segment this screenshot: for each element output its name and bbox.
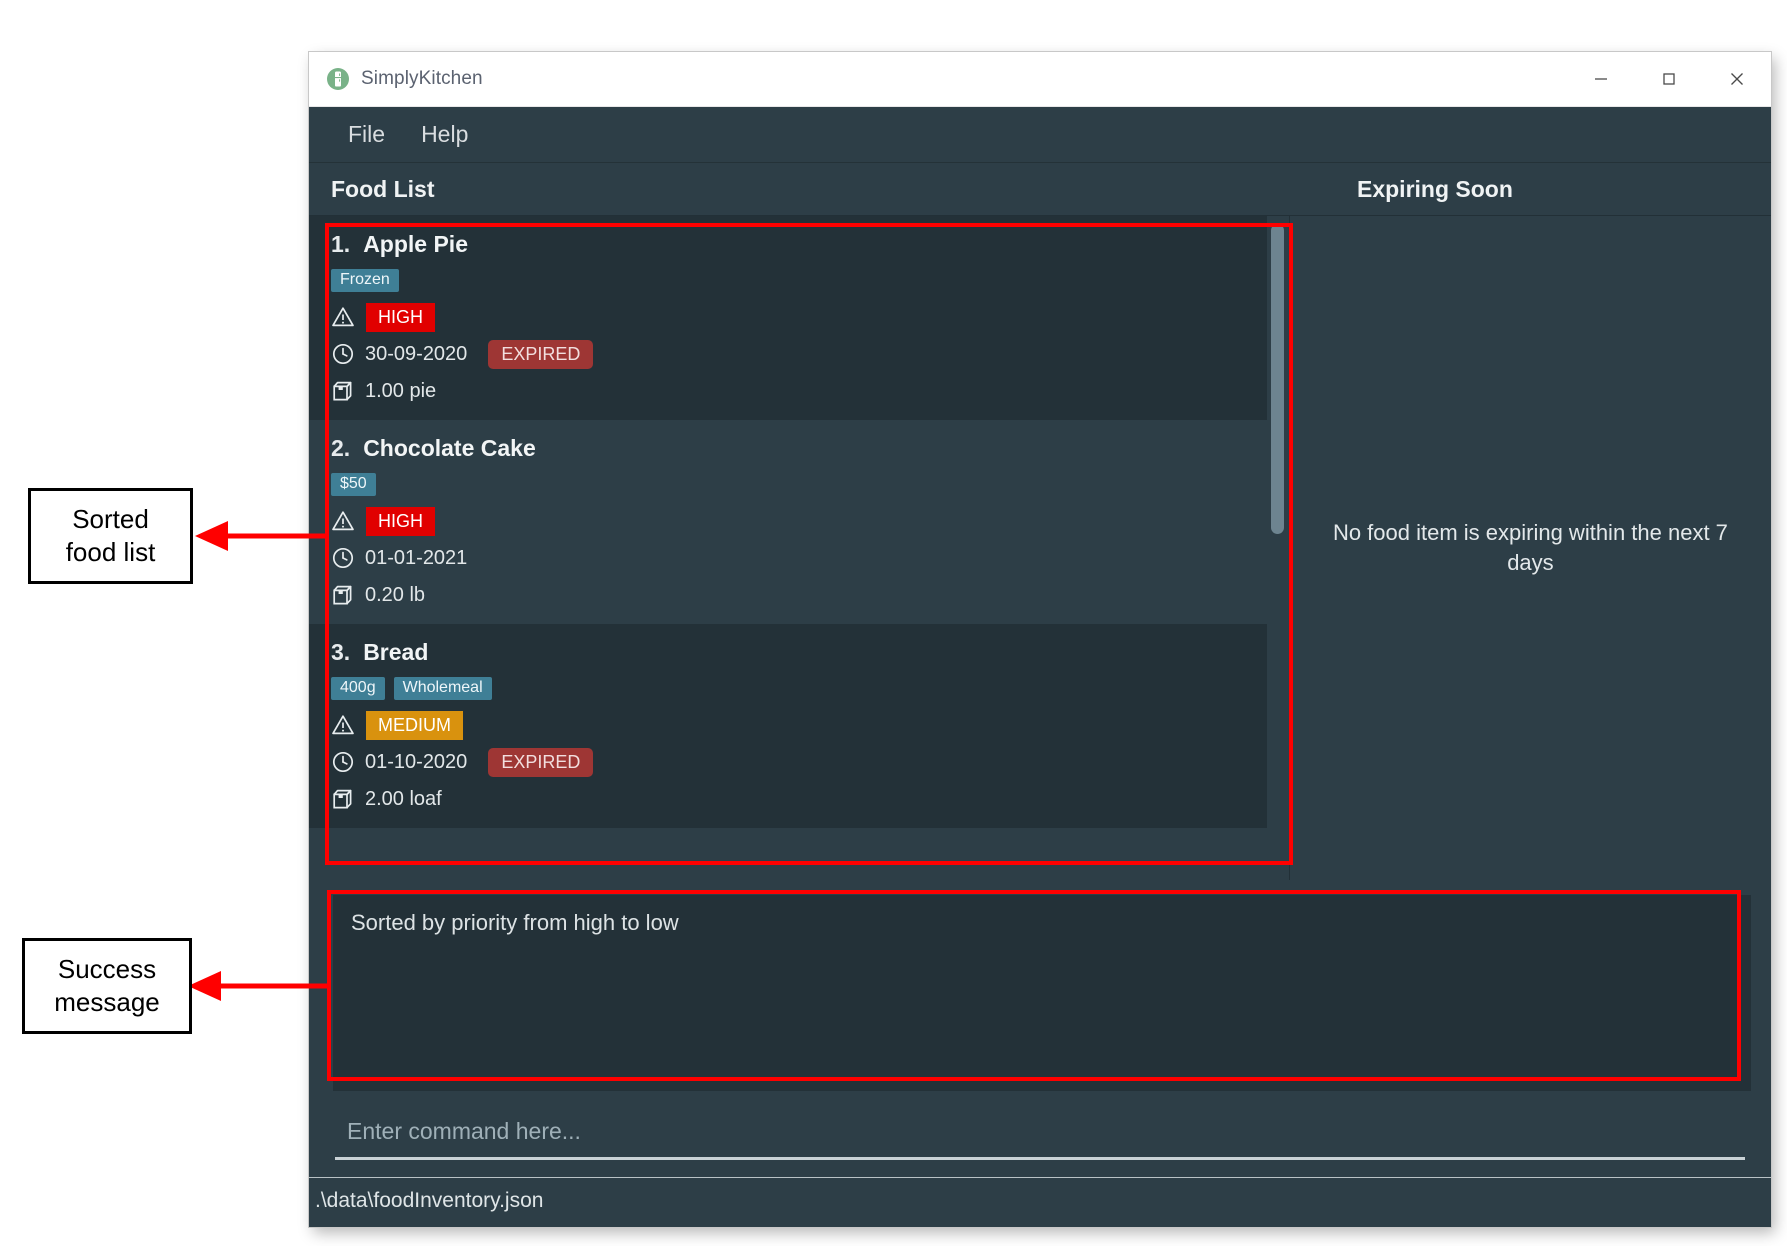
food-item-priority-row: MEDIUM [331, 710, 1267, 740]
food-item-date-row: 01-01-2021 [331, 543, 1267, 573]
food-list-pane: 1. Apple Pie Frozen HIGH 30-09-2020 EXPIRED 1.… [309, 216, 1290, 880]
food-item-index: 3. [331, 639, 351, 665]
food-item-name-row: 2. Chocolate Cake [331, 435, 1267, 462]
food-item-tag: $50 [331, 472, 376, 496]
window-controls [1567, 52, 1771, 106]
box-icon [331, 787, 355, 811]
priority-badge: MEDIUM [366, 710, 463, 740]
application-window: SimplyKitchen File Help Food List Expiri… [309, 52, 1771, 1227]
box-icon [331, 583, 355, 607]
food-item-index: 1. [331, 231, 351, 257]
food-item-tag-row: 400g Wholemeal [331, 675, 1267, 701]
result-display-box: Sorted by priority from high to low [333, 895, 1751, 1091]
clock-icon [331, 342, 355, 366]
food-item-quantity: 0.20 lb [365, 583, 426, 606]
food-item-quantity-row: 1.00 pie [331, 376, 1267, 406]
box-icon [331, 379, 355, 403]
menu-item-help[interactable]: Help [408, 117, 481, 152]
food-item-quantity: 2.00 loaf [365, 787, 442, 810]
food-item-quantity-row: 0.20 lb [331, 580, 1267, 610]
fridge-icon [326, 67, 350, 91]
close-icon[interactable] [1703, 52, 1771, 106]
food-item-priority-row: HIGH [331, 302, 1267, 332]
clock-icon [331, 546, 355, 570]
screenshot-root: SimplyKitchen File Help Food List Expiri… [0, 0, 1787, 1246]
scrollbar-thumb[interactable] [1271, 224, 1285, 534]
clock-icon [331, 750, 355, 774]
food-item-name: Bread [363, 639, 429, 665]
command-area [309, 1091, 1771, 1160]
food-item-card[interactable]: 2. Chocolate Cake $50 HIGH 01-01-2021 0.20 lb [309, 420, 1267, 624]
expiring-soon-empty-message: No food item is expiring within the next… [1332, 519, 1728, 575]
title-bar-left: SimplyKitchen [309, 67, 1567, 91]
window-title: SimplyKitchen [361, 68, 483, 89]
food-list-header: Food List [309, 163, 1332, 215]
food-item-name: Apple Pie [363, 231, 468, 257]
body-split: 1. Apple Pie Frozen HIGH 30-09-2020 EXPIRED 1.… [309, 216, 1771, 880]
callout-success-message-label: Success message [54, 953, 160, 1017]
status-bar: .\data\foodInventory.json [309, 1177, 1771, 1223]
food-item-tag: Frozen [331, 268, 399, 292]
expired-badge: EXPIRED [488, 339, 594, 369]
food-item-index: 2. [331, 435, 351, 461]
title-bar: SimplyKitchen [309, 52, 1771, 107]
expired-badge: EXPIRED [488, 747, 594, 777]
priority-badge: HIGH [366, 506, 435, 536]
food-item-tag: 400g [331, 676, 385, 700]
food-item-quantity-row: 2.00 loaf [331, 784, 1267, 814]
food-item-expiry-date: 01-10-2020 [365, 750, 468, 773]
expiring-soon-pane: No food item is expiring within the next… [1289, 216, 1771, 880]
food-item-expiry-date: 01-01-2021 [365, 546, 468, 569]
warning-icon [331, 713, 355, 737]
food-item-quantity: 1.00 pie [365, 379, 437, 402]
food-item-expiry-date: 30-09-2020 [365, 342, 468, 365]
callout-sorted-food-list: Sorted food list [28, 488, 193, 584]
warning-icon [331, 305, 355, 329]
food-item-date-row: 30-09-2020 EXPIRED [331, 339, 1267, 369]
callout-sorted-food-list-label: Sorted food list [65, 503, 156, 567]
food-item-name-row: 1. Apple Pie [331, 231, 1267, 258]
command-input[interactable] [335, 1108, 1745, 1160]
food-item-priority-row: HIGH [331, 506, 1267, 536]
food-item-tag-row: Frozen [331, 267, 1267, 293]
menu-bar: File Help [309, 107, 1771, 163]
food-item-tag: Wholemeal [393, 676, 492, 700]
expiring-soon-header: Expiring Soon [1332, 163, 1771, 215]
maximize-icon[interactable] [1635, 52, 1703, 106]
priority-badge: HIGH [366, 302, 435, 332]
food-item-card[interactable]: 1. Apple Pie Frozen HIGH 30-09-2020 EXPIRED 1.… [309, 216, 1267, 420]
food-list-title: Food List [331, 175, 435, 202]
expiring-soon-title: Expiring Soon [1357, 175, 1513, 202]
minimize-icon[interactable] [1567, 52, 1635, 106]
status-bar-path: .\data\foodInventory.json [315, 1188, 544, 1212]
food-item-name: Chocolate Cake [363, 435, 536, 461]
warning-icon [331, 509, 355, 533]
food-list[interactable]: 1. Apple Pie Frozen HIGH 30-09-2020 EXPIRED 1.… [309, 216, 1267, 880]
panel-headers: Food List Expiring Soon [309, 163, 1771, 216]
food-item-date-row: 01-10-2020 EXPIRED [331, 747, 1267, 777]
food-item-card[interactable]: 3. Bread 400g Wholemeal MEDIUM 01-10-2020 EXPI… [309, 624, 1267, 828]
food-list-scrollbar[interactable] [1266, 216, 1289, 880]
result-message: Sorted by priority from high to low [351, 910, 679, 935]
callout-success-message: Success message [22, 938, 192, 1034]
food-item-name-row: 3. Bread [331, 639, 1267, 666]
menu-item-file[interactable]: File [335, 117, 398, 152]
food-item-tag-row: $50 [331, 471, 1267, 497]
